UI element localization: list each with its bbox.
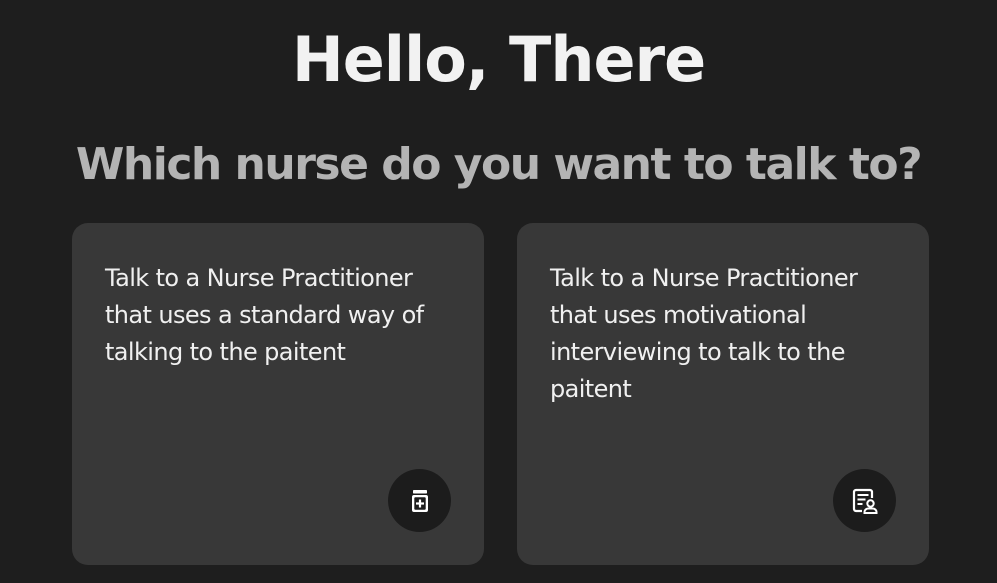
standard-nurse-card[interactable]: Talk to a Nurse Practitioner that uses a… — [72, 223, 484, 565]
medicine-bottle-icon — [409, 489, 431, 513]
standard-nurse-card-text: Talk to a Nurse Practitioner that uses a… — [105, 264, 424, 366]
standard-nurse-icon-button — [388, 469, 451, 532]
clipboard-person-icon — [852, 488, 878, 514]
motivational-nurse-card-text: Talk to a Nurse Practitioner that uses m… — [550, 264, 858, 403]
nurse-question-heading: Which nurse do you want to talk to? — [75, 139, 923, 190]
motivational-nurse-card[interactable]: Talk to a Nurse Practitioner that uses m… — [517, 223, 929, 565]
motivational-nurse-icon-button — [833, 469, 896, 532]
greeting-title: Hello, There — [291, 23, 706, 96]
